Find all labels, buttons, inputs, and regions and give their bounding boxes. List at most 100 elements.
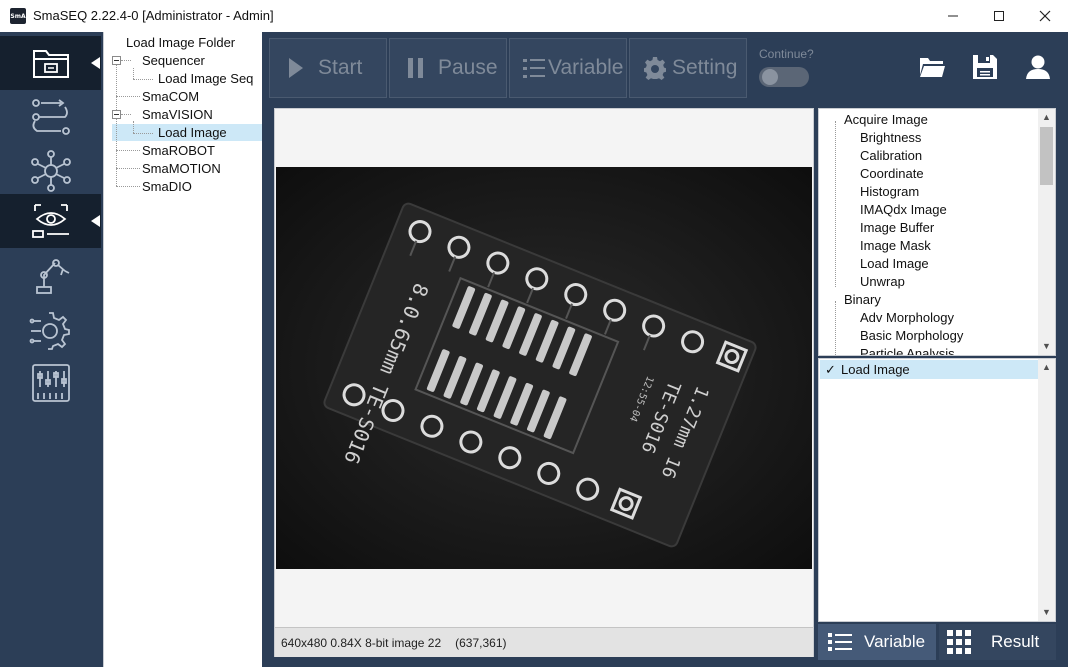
step-check-icon: ✓ (825, 362, 836, 377)
nav-item-communication[interactable] (0, 144, 101, 198)
tree-item-smacom[interactable]: SmaCOM (142, 89, 199, 104)
pcb-image: 8.0.65mm TE-S016 1.27mm 16 TE-S016 12:55… (276, 167, 812, 569)
func-item[interactable]: Basic Morphology (860, 328, 963, 343)
minimize-icon (948, 15, 958, 17)
tree-item-load-image-folder[interactable]: Load Image Folder (126, 35, 235, 50)
func-item[interactable]: Adv Morphology (860, 310, 954, 325)
func-item[interactable]: Coordinate (860, 166, 924, 181)
start-label: Start (318, 56, 363, 79)
tree-line (116, 118, 117, 186)
app-icon: SmA (10, 8, 26, 24)
image-info: 640x480 0.84X 8-bit image 22 (281, 635, 442, 650)
folder-icon (32, 50, 69, 78)
scroll-down-icon[interactable]: ▼ (1041, 341, 1052, 351)
network-hub-icon (30, 150, 71, 192)
user-button[interactable] (1024, 53, 1052, 81)
step-list: ✓ Load Image ▲ ▼ (818, 358, 1056, 622)
tree-line (133, 121, 134, 133)
gear-icon (644, 57, 666, 80)
tree-line (116, 150, 140, 151)
func-item[interactable]: IMAQdx Image (860, 202, 947, 217)
image-viewer: 8.0.65mm TE-S016 1.27mm 16 TE-S016 12:55… (274, 108, 814, 657)
nav-item-project[interactable] (0, 36, 101, 90)
title-bar: SmA SmaSEQ 2.22.4-0 [Administrator - Adm… (0, 0, 1068, 32)
sequence-tree: Load Image Folder Sequencer Load Image S… (103, 32, 264, 667)
variable-button[interactable]: Variable (509, 38, 627, 98)
tree-item-load-image-seq[interactable]: Load Image Seq (158, 71, 253, 86)
tree-item-load-image[interactable]: Load Image (158, 125, 227, 140)
scroll-up-icon[interactable]: ▲ (1041, 112, 1052, 122)
tree-item-sequencer[interactable]: Sequencer (142, 53, 205, 68)
func-item[interactable]: Histogram (860, 184, 919, 199)
step-item-load-image[interactable]: Load Image (841, 362, 910, 377)
function-scrollbar[interactable]: ▲ ▼ (1038, 109, 1055, 355)
func-item[interactable]: Particle Analysis (860, 346, 955, 355)
setting-label: Setting (672, 56, 738, 79)
nav-item-robot[interactable] (0, 248, 101, 302)
scroll-up-icon[interactable]: ▲ (1041, 362, 1052, 372)
gear-circuit-icon (29, 312, 70, 350)
main-area: Start Pause Variable Setting Continue? 8… (262, 32, 1068, 667)
func-item[interactable]: Calibration (860, 148, 922, 163)
minimize-button[interactable] (930, 0, 976, 32)
scroll-down-icon[interactable]: ▼ (1041, 607, 1052, 617)
cursor-coords: (637,361) (455, 635, 507, 650)
close-icon (1039, 10, 1051, 22)
io-panel-icon (31, 364, 70, 402)
tree-line (133, 79, 153, 80)
robot-arm-icon (35, 259, 69, 294)
tree-line (116, 186, 140, 187)
tree-line (133, 133, 153, 134)
continue-label: Continue? (759, 47, 814, 61)
grid-icon (947, 630, 971, 654)
tree-line (835, 301, 836, 355)
save-button[interactable] (971, 53, 999, 81)
left-nav (0, 32, 103, 667)
tree-collapse-icon[interactable] (112, 56, 121, 65)
tree-item-smadio[interactable]: SmaDIO (142, 179, 192, 194)
open-folder-button[interactable] (918, 53, 946, 81)
app-window: SmA SmaSEQ 2.22.4-0 [Administrator - Adm… (0, 0, 1068, 667)
nav-active-arrow (91, 57, 100, 69)
func-item[interactable]: Brightness (860, 130, 921, 145)
func-item[interactable]: Load Image (860, 256, 929, 271)
tree-item-smavision[interactable]: SmaVISION (142, 107, 213, 122)
nav-item-vision[interactable] (0, 194, 101, 248)
close-button[interactable] (1022, 0, 1068, 32)
func-item[interactable]: Unwrap (860, 274, 905, 289)
tree-line (116, 168, 140, 169)
tree-collapse-icon[interactable] (112, 110, 121, 119)
list-icon (523, 59, 545, 78)
func-item[interactable]: Image Mask (860, 238, 931, 253)
tab-result-label: Result (991, 632, 1040, 651)
maximize-button[interactable] (976, 0, 1022, 32)
start-button[interactable]: Start (269, 38, 387, 98)
func-item[interactable]: Image Buffer (860, 220, 934, 235)
list-icon (828, 633, 852, 651)
nav-active-arrow (91, 215, 100, 227)
tab-result[interactable]: Result (939, 624, 1056, 660)
nav-item-sequence[interactable] (0, 90, 101, 144)
function-palette: Acquire Image Brightness Calibration Coo… (818, 108, 1056, 356)
pause-button[interactable]: Pause (389, 38, 507, 98)
nav-item-dio[interactable] (0, 356, 101, 410)
step-scrollbar[interactable]: ▲ ▼ (1038, 359, 1055, 621)
scroll-thumb[interactable] (1040, 127, 1053, 185)
nav-item-motion[interactable] (0, 302, 101, 356)
func-group-acquire-image[interactable]: Acquire Image (844, 112, 928, 127)
tree-line (121, 114, 131, 115)
pause-icon (408, 58, 423, 78)
tree-item-smamotion[interactable]: SmaMOTION (142, 161, 221, 176)
tab-variable[interactable]: Variable (818, 624, 936, 660)
sequence-flow-icon (31, 99, 70, 135)
tree-line (133, 68, 134, 79)
setting-button[interactable]: Setting (629, 38, 747, 98)
pause-label: Pause (438, 56, 498, 79)
tab-variable-label: Variable (864, 632, 926, 651)
func-group-binary[interactable]: Binary (844, 292, 881, 307)
tree-line (116, 96, 140, 97)
play-icon (289, 58, 303, 78)
tree-item-smarobot[interactable]: SmaROBOT (142, 143, 215, 158)
continue-toggle[interactable] (759, 67, 809, 87)
image-display[interactable]: 8.0.65mm TE-S016 1.27mm 16 TE-S016 12:55… (276, 167, 812, 569)
